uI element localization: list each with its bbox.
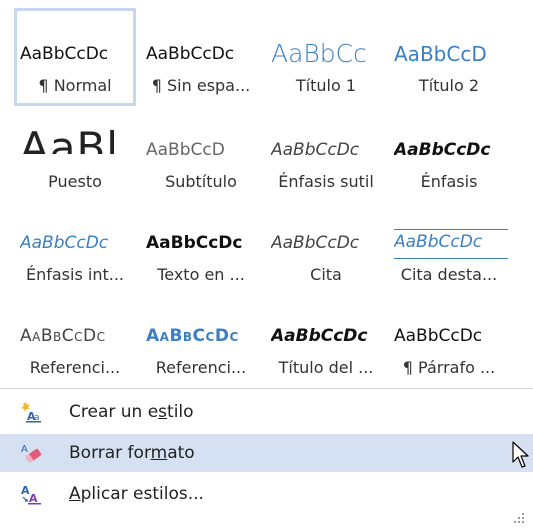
- create-style-menu-item[interactable]: A a Crear un estilo: [0, 393, 533, 431]
- style-sample: AaBbCcD: [146, 140, 225, 160]
- style-label: Título 2: [418, 76, 480, 95]
- style-label: Título 1: [295, 76, 357, 95]
- clear-format-label: Borrar formato: [69, 443, 195, 463]
- style-sample: AaBbCcDc: [146, 326, 239, 346]
- style-sample: AaBbCcDc: [146, 44, 235, 64]
- style-label: Referenci...: [155, 358, 247, 377]
- style-sample: AaBbCcDc: [271, 326, 368, 346]
- style-sin-espaciado[interactable]: AaBbCcDc ¶ Sin espa...: [140, 8, 262, 106]
- style-label: Texto en ...: [157, 265, 245, 284]
- svg-text:A: A: [21, 444, 28, 455]
- style-referencia-sutil[interactable]: AaBbCcDc Referenci...: [14, 290, 136, 388]
- style-normal[interactable]: AaBbCcDc ¶ Normal: [14, 8, 136, 106]
- style-label: Énfasis sutil: [278, 172, 374, 191]
- style-label: Cita desta...: [400, 265, 498, 284]
- style-sample: AaBbCcDc: [20, 44, 109, 64]
- style-label: Énfasis: [420, 172, 478, 191]
- style-sample: AaBbCcDc: [271, 140, 360, 160]
- style-subtitulo[interactable]: AaBbCcD Subtítulo: [140, 104, 262, 202]
- style-texto-en-negrita[interactable]: AaBbCcDc Texto en ...: [140, 197, 262, 295]
- style-sample: AaBbCcDc: [20, 233, 109, 253]
- style-enfasis-sutil[interactable]: AaBbCcDc Énfasis sutil: [265, 104, 387, 202]
- mouse-cursor-icon: [512, 441, 529, 468]
- create-style-label: Crear un estilo: [69, 402, 194, 422]
- menu-divider: [0, 388, 533, 389]
- eraser-icon: A: [20, 442, 42, 464]
- style-label: Cita: [310, 265, 342, 284]
- style-sample: AaBbCcDc: [146, 233, 243, 253]
- create-style-icon: A a: [20, 401, 42, 423]
- clear-format-menu-item[interactable]: A Borrar formato: [0, 434, 533, 472]
- style-enfasis[interactable]: AaBbCcDc Énfasis: [388, 104, 510, 202]
- style-sample: AaBbCcDc: [394, 326, 483, 346]
- style-sample: AaBl: [20, 126, 119, 154]
- apply-styles-menu-item[interactable]: A A Aplicar estilos...: [0, 475, 533, 513]
- style-cita-destacada[interactable]: AaBbCcDc Cita desta...: [388, 197, 510, 295]
- apply-styles-label: Aplicar estilos...: [69, 484, 204, 504]
- style-titulo-del-libro[interactable]: AaBbCcDc Título del ...: [265, 290, 387, 388]
- style-cita[interactable]: AaBbCcDc Cita: [265, 197, 387, 295]
- style-label: Título del ...: [278, 358, 374, 377]
- style-sample: AaBbCcDc: [20, 326, 106, 346]
- style-label: Subtítulo: [165, 172, 237, 191]
- resize-grip-icon[interactable]: [513, 512, 525, 524]
- style-label: Puesto: [48, 172, 102, 191]
- style-sample: AaBbCcDc: [394, 229, 508, 259]
- style-sample: AaBbCcD: [394, 42, 487, 66]
- style-label: Énfasis int...: [25, 265, 124, 284]
- style-label: Referenci...: [29, 358, 121, 377]
- style-sample: AaBbCcDc: [271, 233, 360, 253]
- style-sample: AaBbCc: [271, 40, 367, 68]
- styles-gallery: AaBbCcDc ¶ Normal AaBbCcDc ¶ Sin espa...…: [0, 0, 533, 384]
- style-puesto[interactable]: AaBl Puesto: [14, 104, 136, 202]
- style-parrafo-de-lista[interactable]: AaBbCcDc ¶ Párrafo ...: [388, 290, 510, 388]
- style-titulo-1[interactable]: AaBbCc Título 1: [265, 8, 387, 106]
- style-sample: AaBbCcDc: [394, 140, 491, 160]
- style-label: ¶ Párrafo ...: [402, 358, 496, 377]
- style-titulo-2[interactable]: AaBbCcD Título 2: [388, 8, 510, 106]
- style-enfasis-intenso[interactable]: AaBbCcDc Énfasis int...: [14, 197, 136, 295]
- apply-styles-icon: A A: [20, 483, 42, 505]
- style-label: ¶ Sin espa...: [151, 76, 251, 95]
- style-referencia-intensa[interactable]: AaBbCcDc Referenci...: [140, 290, 262, 388]
- style-label: ¶ Normal: [38, 76, 112, 95]
